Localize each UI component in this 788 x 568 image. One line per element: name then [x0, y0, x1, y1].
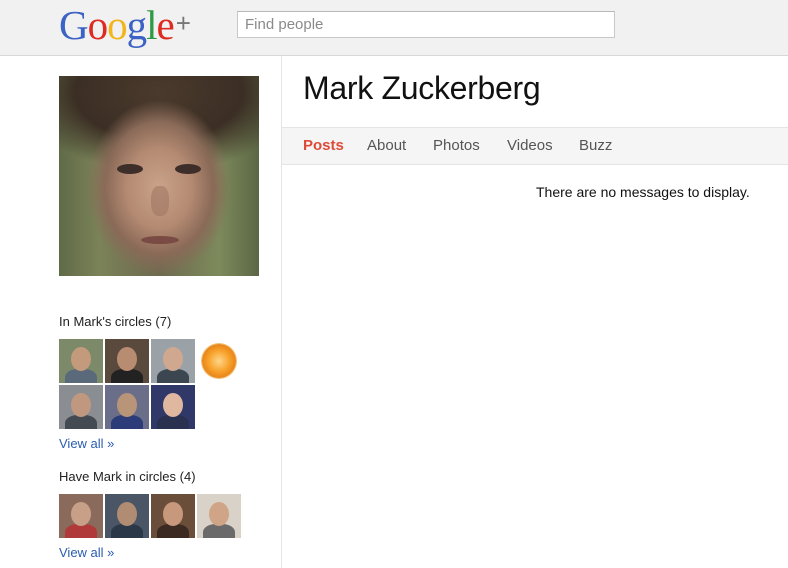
- find-people-search-input[interactable]: [237, 11, 615, 38]
- logo-letter: G: [59, 2, 89, 48]
- in-circles-avatar[interactable]: [59, 339, 103, 383]
- logo-letter: o: [107, 2, 127, 48]
- avatar-face: [71, 502, 91, 526]
- in-circles-avatar[interactable]: [151, 385, 195, 429]
- in-circles-avatar[interactable]: [105, 339, 149, 383]
- avatar-face: [117, 393, 137, 417]
- in-circles-view-all-link[interactable]: View all »: [59, 436, 114, 451]
- profile-photo-mouth: [141, 236, 179, 244]
- in-circles-avatar[interactable]: [59, 385, 103, 429]
- profile-tab-bar: Posts About Photos Videos Buzz: [282, 127, 788, 165]
- profile-photo[interactable]: [59, 76, 259, 276]
- avatar-body: [157, 369, 189, 383]
- tab-photos[interactable]: Photos: [433, 137, 480, 154]
- logo-letter: l: [146, 2, 157, 48]
- have-in-circles-view-all-link[interactable]: View all »: [59, 545, 114, 560]
- have-in-circles-avatar[interactable]: [105, 494, 149, 538]
- have-in-circles-avatar[interactable]: [59, 494, 103, 538]
- avatar-body: [203, 524, 235, 538]
- tab-videos[interactable]: Videos: [507, 137, 553, 154]
- logo-letter: e: [156, 2, 175, 48]
- tab-posts[interactable]: Posts: [303, 137, 344, 154]
- avatar-body: [65, 369, 97, 383]
- avatar-face: [71, 393, 91, 417]
- in-circles-orange-avatar-icon[interactable]: [202, 344, 236, 378]
- logo-letter: g: [126, 2, 147, 48]
- have-in-circles-avatar[interactable]: [151, 494, 195, 538]
- avatar-body: [157, 415, 189, 429]
- top-bar: Google+: [0, 0, 788, 56]
- logo-plus: +: [175, 8, 191, 38]
- profile-photo-nose: [151, 186, 169, 216]
- avatar-face: [163, 502, 183, 526]
- avatar-body: [65, 524, 97, 538]
- avatar-face: [163, 347, 183, 371]
- avatar-body: [111, 369, 143, 383]
- have-in-circles-avatar[interactable]: [197, 494, 241, 538]
- avatar-face: [117, 502, 137, 526]
- tab-about[interactable]: About: [367, 137, 406, 154]
- profile-photo-eye-left: [117, 164, 143, 174]
- in-circles-avatar[interactable]: [151, 339, 195, 383]
- empty-stream-message: There are no messages to display.: [536, 184, 750, 200]
- profile-photo-eye-right: [175, 164, 201, 174]
- avatar-face: [163, 393, 183, 417]
- profile-name: Mark Zuckerberg: [303, 70, 541, 106]
- avatar-body: [65, 415, 97, 429]
- avatar-face: [71, 347, 91, 371]
- in-circles-avatar[interactable]: [105, 385, 149, 429]
- avatar-body: [111, 415, 143, 429]
- avatar-face: [209, 502, 229, 526]
- in-circles-title: In Mark's circles (7): [59, 314, 172, 329]
- have-in-circles-title: Have Mark in circles (4): [59, 469, 196, 484]
- tab-buzz[interactable]: Buzz: [579, 137, 612, 154]
- google-plus-logo[interactable]: Google+: [59, 2, 191, 48]
- logo-letter: o: [87, 2, 108, 48]
- avatar-face: [117, 347, 137, 371]
- avatar-body: [157, 524, 189, 538]
- avatar-body: [111, 524, 143, 538]
